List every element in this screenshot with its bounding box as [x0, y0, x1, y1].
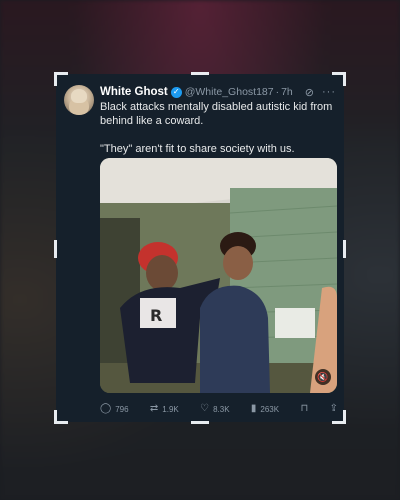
verified-badge-icon: ✓: [170, 86, 182, 98]
tweet-text: Black attacks mentally disabled autistic…: [100, 100, 334, 156]
grok-icon[interactable]: ⊘: [305, 86, 314, 99]
video-frame: R: [100, 158, 337, 393]
crop-handle-top[interactable]: [191, 72, 209, 75]
tweet-card[interactable]: White Ghost ✓ @White_Ghost187 · 7h ⊘ ···…: [56, 74, 344, 422]
more-icon[interactable]: ···: [322, 86, 336, 98]
tweet-time[interactable]: 7h: [281, 86, 293, 98]
crop-handle-bottom-left[interactable]: [54, 410, 68, 424]
crop-handle-right[interactable]: [343, 240, 346, 258]
reply-count: 796: [115, 404, 129, 414]
author-avatar[interactable]: [64, 85, 94, 115]
tweet-text-line-2: "They" aren't fit to share society with …: [100, 143, 295, 155]
like-count: 8.3K: [213, 404, 230, 414]
svg-text:R: R: [150, 306, 162, 325]
bookmark-button[interactable]: ⊓: [300, 404, 308, 414]
reply-icon: ◯: [100, 403, 112, 414]
retweet-count: 1.9K: [162, 404, 179, 414]
tweet-header: White Ghost ✓ @White_Ghost187 · 7h ⊘ ···: [100, 84, 336, 100]
heart-icon: ♡: [200, 403, 210, 414]
time-separator: ·: [275, 86, 280, 98]
views-count: 263K: [260, 404, 280, 414]
retweet-button[interactable]: ⇄ 1.9K: [150, 404, 179, 414]
crop-handle-top-left[interactable]: [54, 72, 68, 86]
tweet-video[interactable]: R 🔇: [100, 158, 337, 393]
author-handle[interactable]: @White_Ghost187: [185, 86, 274, 98]
crop-handle-left[interactable]: [54, 240, 57, 258]
crop-handle-bottom-right[interactable]: [332, 410, 346, 424]
views-button[interactable]: ▮ 263K: [251, 404, 279, 414]
volume-muted-icon[interactable]: 🔇: [315, 369, 331, 385]
tweet-text-line-1: Black attacks mentally disabled autistic…: [100, 101, 333, 127]
views-icon: ▮: [250, 403, 257, 414]
author-name[interactable]: White Ghost: [100, 86, 168, 98]
retweet-icon: ⇄: [149, 403, 159, 414]
bookmark-icon: ⊓: [300, 403, 309, 414]
tweet-actions: ◯ 796 ⇄ 1.9K ♡ 8.3K ▮ 263K ⊓ ⇪: [100, 402, 338, 416]
crop-handle-top-right[interactable]: [332, 72, 346, 86]
reply-button[interactable]: ◯ 796: [100, 404, 129, 414]
like-button[interactable]: ♡ 8.3K: [200, 404, 229, 414]
crop-handle-bottom[interactable]: [191, 421, 209, 424]
